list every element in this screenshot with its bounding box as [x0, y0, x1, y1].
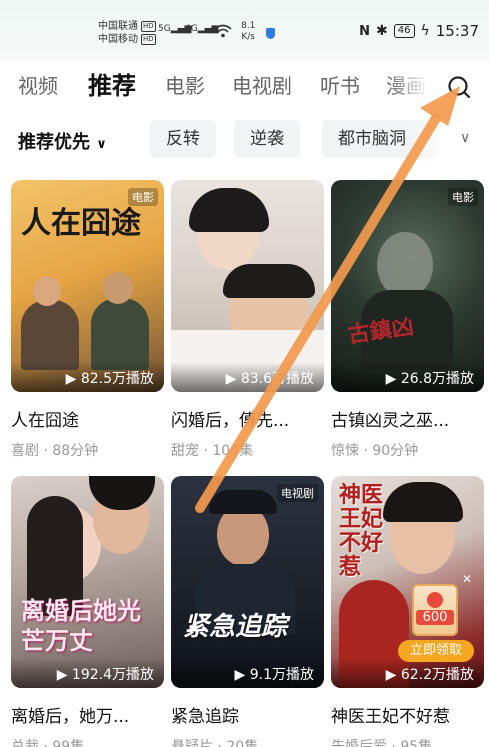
promo-amount: 600	[416, 610, 454, 625]
video-card[interactable]: 紧急追踪 电视剧 ▶ 9.1万播放 紧急追踪 悬疑片 · 20集	[171, 476, 324, 747]
tab-fade	[388, 62, 440, 106]
video-card[interactable]: 古鎮凶 电影 ▶ 26.8万播放 古镇凶灵之巫... 惊悚 · 90分钟	[331, 180, 484, 460]
chevron-down-icon: ∨	[96, 137, 107, 152]
nfc-icon: N	[359, 23, 371, 39]
card-meta: 喜剧 · 88分钟	[11, 443, 99, 459]
carrier-1: 中国联通	[98, 21, 138, 32]
card-title: 离婚后，她万...	[11, 707, 130, 727]
bluetooth-icon: ✱	[376, 23, 388, 39]
chip-counterattack[interactable]: 逆袭	[234, 120, 300, 158]
tab-recommend[interactable]: 推荐	[88, 66, 136, 101]
filter-fade	[410, 118, 450, 162]
tab-video[interactable]: 视频	[18, 70, 58, 99]
coupon-card: 600	[412, 584, 458, 636]
card-title: 紧急追踪	[171, 707, 239, 727]
poster-title: 人在囧途	[21, 206, 141, 241]
coin-icon	[427, 592, 443, 608]
video-card[interactable]: ▶ 83.6万播放 闪婚后，傅先... 甜宠 · 100集	[171, 180, 324, 460]
card-title: 人在囧途	[11, 411, 79, 431]
tab-tv-series[interactable]: 电视剧	[232, 70, 292, 99]
poster-title: 神医王妃不好惹	[339, 483, 384, 580]
type-badge: 电影	[128, 188, 158, 206]
card-meta: 先婚后爱 · 95集	[331, 739, 433, 747]
carrier-2: 中国移动	[98, 34, 138, 45]
hd-badge: HD	[141, 34, 156, 45]
poster-image: 古鎮凶 电影 ▶ 26.8万播放	[331, 180, 484, 392]
shield-icon	[266, 28, 275, 39]
play-count: ▶ 192.4万播放	[11, 658, 164, 688]
card-meta: 甜宠 · 100集	[171, 443, 254, 459]
search-icon[interactable]	[446, 74, 472, 100]
card-meta: 总裁 · 99集	[11, 739, 85, 747]
card-meta: 惊悚 · 90分钟	[331, 443, 419, 459]
tab-audiobook[interactable]: 听书	[320, 70, 360, 99]
close-icon[interactable]: ✕	[462, 572, 472, 586]
wifi-icon	[214, 24, 232, 38]
filter-bar: 推荐优先 ∨ 反转 逆袭 都市脑洞 ∨	[0, 118, 489, 162]
hd-badge: HD	[141, 21, 156, 32]
type-badge: 电影	[448, 188, 478, 206]
video-card[interactable]: 人在囧途 电影 ▶ 82.5万播放 人在囧途 喜剧 · 88分钟	[11, 180, 164, 460]
card-meta: 悬疑片 · 20集	[171, 739, 259, 747]
card-title: 神医王妃不好惹	[331, 707, 450, 727]
card-title: 古镇凶灵之巫...	[331, 411, 450, 431]
type-badge: 电视剧	[277, 484, 318, 502]
video-card[interactable]: 离婚后她光芒万丈 ▶ 192.4万播放 离婚后，她万... 总裁 · 99集	[11, 476, 164, 747]
charging-icon: ϟ	[420, 23, 430, 39]
play-count: ▶ 9.1万播放	[171, 658, 324, 688]
claim-now-button[interactable]: 立即领取	[398, 640, 474, 662]
status-bar: 中国联通 HD 中国移动 HD 5G▂▄▆ 4G▂▄▆ 8.1 K/s N ✱ 46 …	[0, 0, 489, 60]
tab-movie[interactable]: 电影	[165, 70, 205, 99]
carrier-info: 中国联通 HD 中国移动 HD	[98, 20, 156, 46]
expand-filters-icon[interactable]: ∨	[460, 130, 470, 146]
poster-image: 人在囧途 电影 ▶ 82.5万播放	[11, 180, 164, 392]
battery-icon: 46	[393, 24, 415, 38]
network-speed: 8.1 K/s	[241, 21, 256, 42]
clock: 15:37	[435, 22, 479, 40]
poster-title: 离婚后她光芒万丈	[21, 597, 141, 655]
poster-image: ▶ 83.6万播放	[171, 180, 324, 392]
chip-reversal[interactable]: 反转	[150, 120, 216, 158]
category-tabs: 视频 推荐 电影 电视剧 听书 漫画	[0, 62, 489, 106]
card-title: 闪婚后，傅先...	[171, 411, 290, 431]
play-count: ▶ 82.5万播放	[11, 362, 164, 392]
play-count: ▶ 83.6万播放	[171, 362, 324, 392]
poster-image: 紧急追踪 电视剧 ▶ 9.1万播放	[171, 476, 324, 688]
sort-dropdown[interactable]: 推荐优先 ∨	[18, 128, 107, 154]
poster-title: 紧急追踪	[183, 612, 288, 642]
promo-red-envelope[interactable]: 600 立即领取 ✕	[398, 572, 476, 664]
play-count: ▶ 26.8万播放	[331, 362, 484, 392]
poster-image: 离婚后她光芒万丈 ▶ 192.4万播放	[11, 476, 164, 688]
